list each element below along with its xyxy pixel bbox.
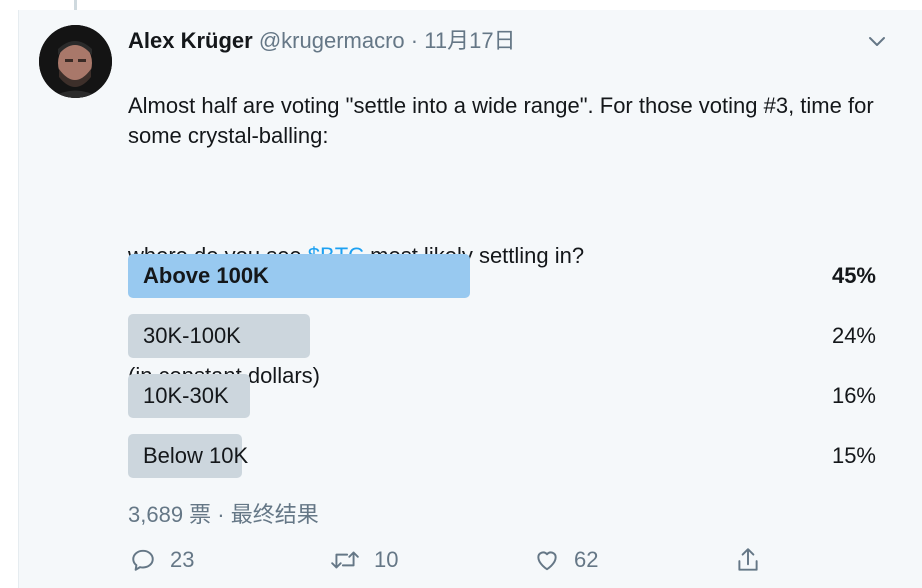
avatar[interactable] <box>39 25 112 98</box>
retweet-count: 10 <box>374 547 399 572</box>
tweet-timestamp[interactable]: 11月17日 <box>424 28 515 53</box>
poll-result-meta: 3,689 票 · 最终结果 <box>128 502 319 527</box>
retweet-icon <box>331 551 359 569</box>
header-separator: · <box>410 28 419 53</box>
poll-option: Below 10K 15% <box>128 434 888 478</box>
reply-button[interactable]: 23 <box>130 545 194 575</box>
retweet-button[interactable]: 10 <box>330 545 398 575</box>
poll-option-label: Below 10K <box>143 443 249 468</box>
poll-option-percent: 45% <box>831 263 876 288</box>
poll-option-percent: 15% <box>831 443 876 468</box>
tweet-text-intro: Almost half are voting "settle into a wi… <box>128 93 874 148</box>
avatar-photo <box>39 25 112 98</box>
chevron-down-icon[interactable] <box>866 30 888 52</box>
poll-option: Above 100K 45% <box>128 254 888 298</box>
share-button[interactable] <box>735 545 761 575</box>
display-name[interactable]: Alex Krüger <box>128 28 253 53</box>
poll-option-label: 10K-30K <box>143 383 229 408</box>
like-icon <box>537 551 557 571</box>
reply-icon <box>132 549 154 571</box>
like-count: 62 <box>574 547 599 572</box>
poll-option: 10K-30K 16% <box>128 374 888 418</box>
poll-option-percent: 16% <box>831 383 876 408</box>
share-icon <box>738 548 758 571</box>
user-handle[interactable]: @krugermacro <box>259 28 405 53</box>
tweet-text: Almost half are voting "settle into a wi… <box>128 61 888 421</box>
like-button[interactable]: 62 <box>534 545 598 575</box>
poll-option-label: Above 100K <box>143 263 269 288</box>
poll-option-percent: 24% <box>831 323 876 348</box>
reply-count: 23 <box>170 547 195 572</box>
tweet-header: Alex Krüger @krugermacro · 11月17日 <box>128 27 516 55</box>
poll-option-label: 30K-100K <box>143 323 241 348</box>
poll-option: 30K-100K 24% <box>128 314 888 358</box>
tweet-screen: Alex Krüger @krugermacro · 11月17日 Almost… <box>0 0 922 588</box>
